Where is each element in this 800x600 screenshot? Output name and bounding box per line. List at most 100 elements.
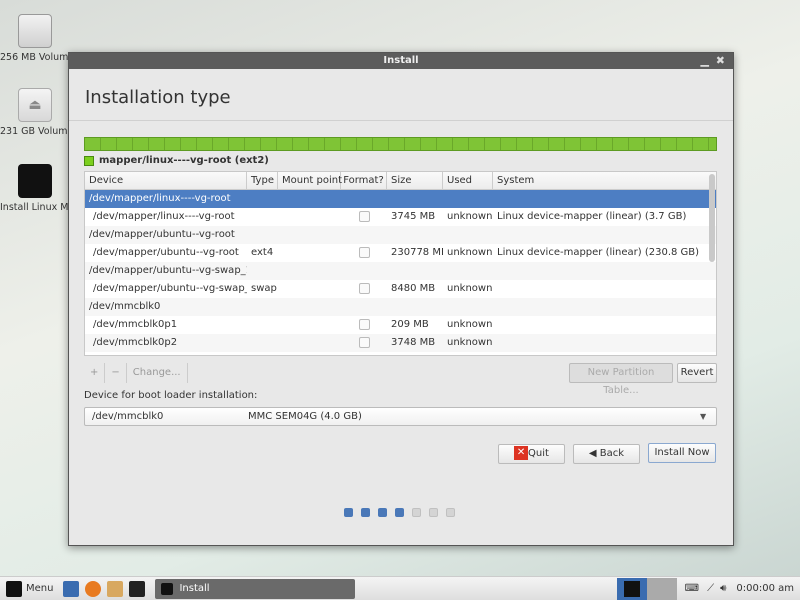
terminal-icon[interactable] [129,580,146,597]
back-button[interactable]: ◀ Back [573,444,640,464]
page-title: Installation type [85,87,231,108]
table-row[interactable]: /dev/mapper/linux----vg-root 3745 MB unkno… [85,208,716,226]
cell-device: /dev/mmcblk0 [89,301,161,312]
table-row[interactable]: /dev/mmcblk0p1 209 MB unknown [85,316,716,334]
column-size[interactable]: Size [387,172,443,189]
step-dot [395,508,404,517]
clock[interactable]: 0:00:00 am [736,583,794,594]
revert-button[interactable]: Revert [677,363,717,383]
cell-size: 8480 MB [391,283,436,294]
column-device[interactable]: Device [85,172,247,189]
remove-partition-button[interactable]: − [105,363,127,383]
format-checkbox[interactable] [341,208,387,226]
bootloader-device-select[interactable]: /dev/mmcblk0 MMC SEM04G (4.0 GB) ▼ [84,407,717,426]
table-row[interactable]: /dev/mapper/ubuntu--vg-root [85,226,716,244]
step-dot [429,508,438,517]
column-mount-point[interactable]: Mount point [278,172,342,189]
table-row[interactable]: /dev/mmcblk0 [85,298,716,316]
partition-table[interactable]: Device Type Mount point Format? Size Use… [84,171,717,356]
format-checkbox[interactable] [341,190,387,208]
cell-system [493,190,716,208]
bootloader-label: Device for boot loader installation: [84,390,258,401]
cell-type [247,298,278,316]
network-icon[interactable]: ⟋ [707,583,714,594]
column-used[interactable]: Used [443,172,493,189]
table-row[interactable]: /dev/mapper/ubuntu--vg-swap_1 [85,262,716,280]
window-title: Install [383,55,419,66]
column-type[interactable]: Type [247,172,278,189]
checkbox[interactable] [358,318,370,330]
cell-mount [278,298,341,316]
desktop-icon-256mb-volume[interactable]: 256 MB Volume [0,14,70,63]
cell-used: unknown [447,211,493,222]
back-label: Back [599,448,625,459]
cell-mount [278,190,341,208]
cell-used: unknown [447,247,493,258]
cell-size [387,298,443,316]
cell-size [387,226,443,244]
change-partition-button[interactable]: Change... [127,363,188,383]
cell-used: unknown [447,283,493,294]
checkbox[interactable] [358,336,370,348]
menu-button[interactable]: Menu [26,583,53,594]
quit-button[interactable]: ✕ Quit [498,444,565,464]
desktop-icon-231gb-volume[interactable]: ⏏ 231 GB Volume [0,88,70,137]
add-partition-button[interactable]: + [84,363,106,383]
format-checkbox[interactable] [341,262,387,280]
cell-size: 3745 MB [391,211,436,222]
title-bar[interactable]: Install ▁ ✖ [69,53,733,69]
close-icon[interactable]: ✖ [716,53,725,69]
checkbox[interactable] [358,210,370,222]
menu-icon[interactable] [6,580,22,597]
column-system[interactable]: System [493,172,716,189]
cell-device: /dev/mapper/linux----vg-root [89,193,231,204]
format-checkbox[interactable] [341,280,387,298]
new-partition-table-button[interactable]: New Partition Table... [569,363,673,396]
desktop-icon-label: Install Linux Mint [0,202,68,213]
workspace-1[interactable] [616,577,647,600]
format-checkbox[interactable] [341,334,387,352]
format-checkbox[interactable] [341,316,387,334]
taskbar-task-install[interactable]: Install [155,578,356,599]
cell-device: /dev/mapper/ubuntu--vg-swap_1 [89,265,247,276]
column-format[interactable]: Format? [341,172,387,189]
step-indicator [344,508,455,517]
desktop-icon-label: 256 MB Volume [0,52,68,63]
firefox-icon[interactable] [85,580,102,597]
cell-system [493,298,716,316]
cell-mount [278,316,341,334]
checkbox[interactable] [358,246,370,258]
show-desktop-icon[interactable] [63,580,80,597]
table-row[interactable]: /dev/mapper/linux----vg-root [85,190,716,208]
table-row[interactable]: /dev/mapper/ubuntu--vg-swap_1 swap 8480 MB… [85,280,716,298]
cell-system: Linux device-mapper (linear) (230.8 GB) [497,247,700,258]
partition-bar [84,137,717,151]
volume-icon[interactable]: 🔊︎ [720,583,726,594]
minimize-icon[interactable]: ▁ [701,53,709,69]
workspace-2[interactable] [646,577,677,600]
table-scrollbar[interactable] [709,174,715,262]
table-row[interactable]: /dev/mapper/ubuntu--vg-root ext4 230778 MB… [85,244,716,262]
cell-used: unknown [447,337,493,348]
home-folder-icon[interactable] [107,580,124,597]
legend-label: mapper/linux----vg-root (ext2) [99,155,269,166]
format-checkbox[interactable] [341,298,387,316]
step-dot [412,508,421,517]
cell-system [493,226,716,244]
desktop-icon-install[interactable]: Install Linux Mint [0,164,70,213]
format-checkbox[interactable] [341,226,387,244]
bootloader-device: /dev/mmcblk0 [92,411,164,422]
install-now-button[interactable]: Install Now [648,443,716,463]
format-checkbox[interactable] [341,244,387,262]
cell-type [247,190,278,208]
step-dot [446,508,455,517]
chevron-down-icon: ▼ [700,412,707,421]
cell-device: /dev/mapper/ubuntu--vg-swap_1 [93,283,247,294]
cell-type [247,316,278,334]
cell-mount [278,262,341,280]
table-row[interactable]: /dev/mmcblk0p2 3748 MB unknown [85,334,716,352]
checkbox[interactable] [358,282,370,294]
cell-mount [278,244,341,262]
keyboard-icon[interactable]: ⌨ [685,583,699,594]
drive-icon [18,14,52,48]
